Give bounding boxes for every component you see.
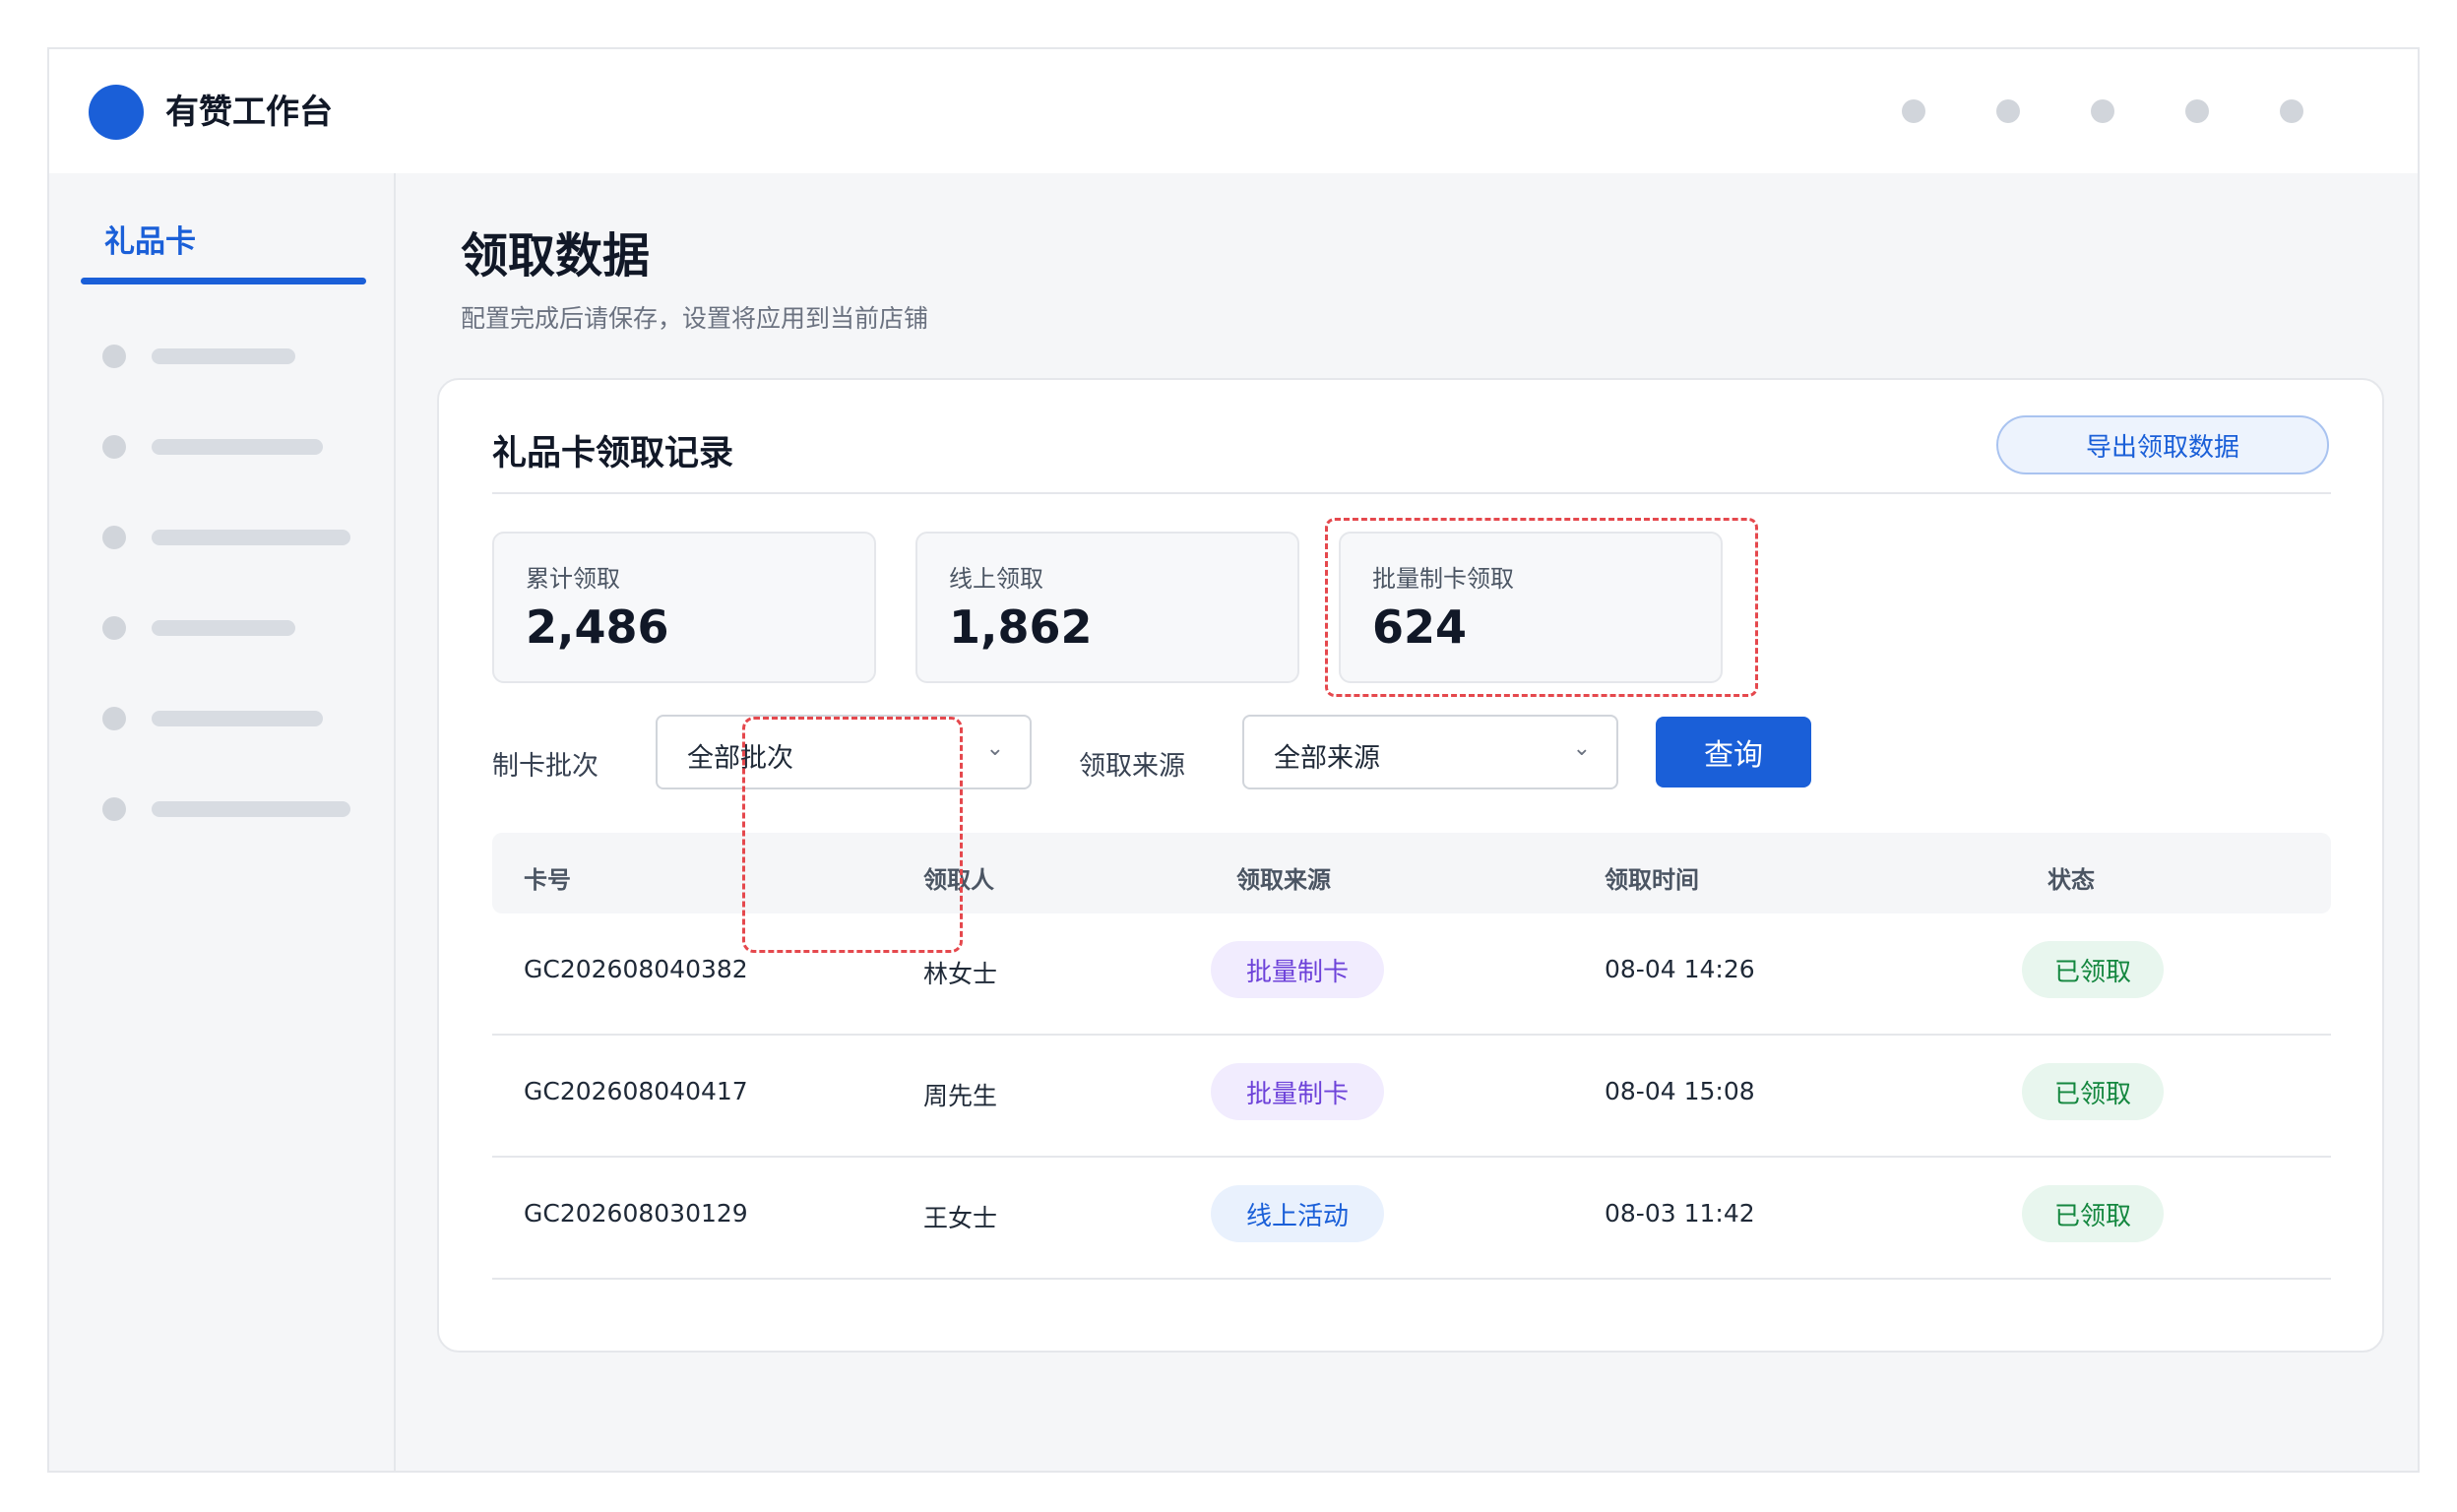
export-button[interactable]: 导出领取数据	[1996, 415, 2329, 474]
sidebar-item-placeholder[interactable]	[102, 797, 350, 821]
page-subtitle: 配置完成后请保存，设置将应用到当前店铺	[461, 304, 929, 333]
column-header-card-no: 卡号	[524, 866, 571, 894]
bullet-icon	[102, 345, 126, 368]
status-badge: 已领取	[2022, 1063, 2164, 1120]
source-select-value: 全部来源	[1274, 743, 1380, 774]
text-placeholder	[152, 348, 295, 364]
source-tag: 批量制卡	[1211, 941, 1384, 998]
recipient: 林女士	[923, 960, 998, 988]
stat-value: 1,862	[949, 600, 1093, 654]
recipient: 周先生	[923, 1082, 998, 1110]
text-placeholder	[152, 801, 350, 817]
status-badge: 已领取	[2022, 1185, 2164, 1242]
source-filter-label: 领取来源	[1079, 751, 1185, 782]
stat-total: 累计领取 2,486	[492, 532, 876, 683]
table-row[interactable]: GC202608030129 王女士 线上活动 08-03 11:42 已领取	[492, 1158, 2331, 1280]
highlight-box-source-tags	[742, 717, 963, 953]
column-header-source: 领取来源	[1236, 866, 1331, 894]
text-placeholder	[152, 620, 295, 636]
stat-label: 线上领取	[949, 565, 1043, 593]
claim-time: 08-03 11:42	[1605, 1199, 1755, 1228]
bullet-icon	[102, 526, 126, 549]
batch-filter-label: 制卡批次	[492, 751, 598, 782]
column-header-status: 状态	[2048, 866, 2095, 894]
page-title: 领取数据	[461, 228, 651, 284]
source-tag: 批量制卡	[1211, 1063, 1384, 1120]
recipient: 王女士	[923, 1204, 998, 1232]
bullet-icon	[102, 797, 126, 821]
divider	[492, 492, 2331, 494]
sidebar-item-placeholder[interactable]	[102, 345, 295, 368]
claim-time: 08-04 15:08	[1605, 1077, 1755, 1105]
app-title: 有赞工作台	[165, 93, 333, 132]
records-card: 礼品卡领取记录 导出领取数据 累计领取 2,486 线上领取 1,862 批量制…	[437, 378, 2384, 1353]
top-nav-dot[interactable]	[2280, 99, 2303, 123]
source-select[interactable]: 全部来源 ⌄	[1242, 715, 1618, 789]
sidebar: 礼品卡	[49, 173, 396, 1471]
main-content: 领取数据 配置完成后请保存，设置将应用到当前店铺 礼品卡领取记录 导出领取数据 …	[396, 173, 2418, 1471]
chevron-down-icon: ⌄	[1572, 736, 1591, 761]
status-badge: 已领取	[2022, 941, 2164, 998]
card-number: GC202608040417	[524, 1077, 748, 1105]
bullet-icon	[102, 707, 126, 730]
top-nav-dot[interactable]	[1902, 99, 1925, 123]
claim-time: 08-04 14:26	[1605, 955, 1755, 983]
logo	[89, 85, 144, 140]
sidebar-item-placeholder[interactable]	[102, 435, 323, 459]
stat-label: 累计领取	[526, 565, 620, 593]
stat-online: 线上领取 1,862	[915, 532, 1299, 683]
sidebar-tab-gift-card[interactable]: 礼品卡	[104, 217, 196, 261]
text-placeholder	[152, 711, 323, 726]
top-nav-dot[interactable]	[1996, 99, 2020, 123]
query-button[interactable]: 查询	[1656, 717, 1811, 788]
sidebar-item-placeholder[interactable]	[102, 526, 350, 549]
app-window: 有赞工作台 礼品卡 领取数据 配置完成后请保存，设置将应用到当前店铺 礼品卡领取…	[47, 47, 2420, 1473]
stat-value: 2,486	[526, 600, 669, 654]
card-title: 礼品卡领取记录	[492, 434, 734, 473]
card-number: GC202608040382	[524, 955, 748, 983]
highlight-box-stat	[1325, 518, 1758, 697]
top-nav-dot[interactable]	[2185, 99, 2209, 123]
top-bar: 有赞工作台	[49, 49, 2418, 175]
card-number: GC202608030129	[524, 1199, 748, 1228]
source-tag: 线上活动	[1211, 1185, 1384, 1242]
column-header-time: 领取时间	[1605, 866, 1699, 894]
top-nav-placeholders	[1902, 99, 2303, 123]
text-placeholder	[152, 530, 350, 545]
chevron-down-icon: ⌄	[985, 736, 1004, 761]
top-nav-dot[interactable]	[2091, 99, 2114, 123]
bullet-icon	[102, 616, 126, 640]
active-tab-indicator	[81, 278, 366, 284]
sidebar-item-placeholder[interactable]	[102, 707, 323, 730]
bullet-icon	[102, 435, 126, 459]
table-row[interactable]: GC202608040417 周先生 批量制卡 08-04 15:08 已领取	[492, 1036, 2331, 1158]
text-placeholder	[152, 439, 323, 455]
sidebar-item-placeholder[interactable]	[102, 616, 295, 640]
